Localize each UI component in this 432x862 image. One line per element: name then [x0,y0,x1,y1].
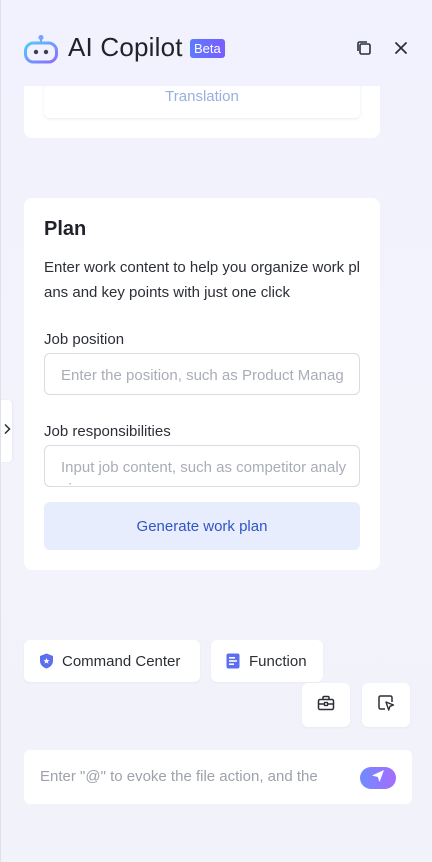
copilot-robot-icon [24,34,58,64]
ai-copilot-panel: Translation AI Copilot Beta Plan Enter w… [0,0,432,862]
close-icon[interactable] [390,37,412,59]
shield-icon [38,653,54,669]
job-position-placeholder: Enter the position, such as Product Mana… [61,367,344,394]
toolbox-icon [317,694,335,717]
function-button[interactable]: Function [211,640,323,682]
send-button[interactable] [360,767,396,789]
app-title: AI Copilot [68,32,183,62]
chat-input-placeholder: Enter "@" to evoke the file action, and … [40,768,318,785]
job-position-label: Job position [44,331,125,348]
job-responsibilities-input[interactable]: Input job content, such as competitor an… [44,445,360,487]
chat-input[interactable]: Enter "@" to evoke the file action, and … [24,750,412,804]
header: AI Copilot Beta [1,0,432,90]
command-center-button[interactable]: Command Center [24,640,200,682]
command-center-label: Command Center [62,652,181,670]
job-responsibilities-label: Job responsibilities [44,423,171,440]
expand-window-icon[interactable] [353,37,375,59]
screen-select-button[interactable] [362,683,410,727]
collapse-handle[interactable] [1,400,12,462]
generate-work-plan-button[interactable]: Generate work plan [44,502,360,550]
plan-description: Enter work content to help you organize … [44,259,361,301]
toolbox-button[interactable] [302,683,350,727]
send-icon [371,769,385,788]
job-position-input[interactable]: Enter the position, such as Product Mana… [44,353,360,395]
cursor-select-icon [377,694,395,717]
chevron-right-icon [3,422,11,440]
document-list-icon [225,653,241,669]
function-label: Function [249,652,307,670]
job-responsibilities-placeholder: Input job content, such as competitor an… [61,459,347,486]
plan-card: Plan Enter work content to help you orga… [24,198,380,570]
beta-badge: Beta [190,39,225,58]
plan-title: Plan [44,218,87,240]
